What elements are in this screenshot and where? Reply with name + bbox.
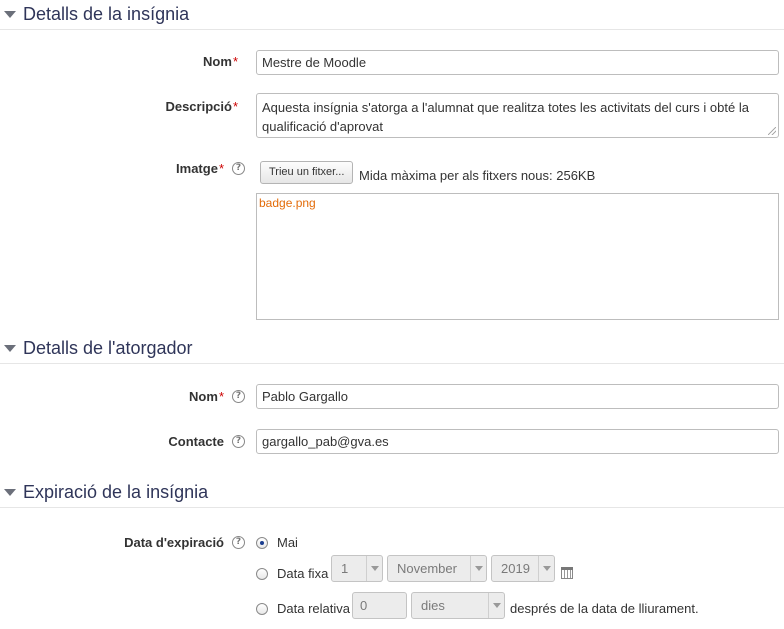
- expiry-relative-amount-input[interactable]: 0: [352, 592, 407, 619]
- section-title: Expiració de la insígnia: [23, 481, 209, 502]
- label-text: Descripció: [165, 99, 232, 114]
- select-value: 2019: [501, 561, 530, 576]
- radio-label: Data relativa: [277, 601, 350, 616]
- section-issuer-details-header[interactable]: Detalls de l'atorgador: [0, 337, 784, 359]
- expiry-fixed-radio[interactable]: Data fixa: [256, 566, 328, 581]
- badge-name-label: Nom *: [203, 54, 238, 69]
- issuer-name-label: Nom * ?: [189, 389, 245, 404]
- expiry-day-select[interactable]: 1: [331, 555, 383, 582]
- expiry-relative-unit-select[interactable]: dies: [411, 592, 505, 619]
- select-value: November: [397, 561, 457, 576]
- label-text: Contacte: [168, 434, 224, 449]
- required-icon: *: [218, 389, 224, 404]
- radio-selected-icon[interactable]: [256, 536, 268, 549]
- expiry-year-select[interactable]: 2019: [491, 555, 555, 582]
- badge-description-label: Descripció *: [165, 99, 238, 114]
- expiry-relative-radio[interactable]: Data relativa: [256, 601, 350, 616]
- help-icon[interactable]: ?: [232, 390, 245, 403]
- resize-grip-icon[interactable]: [768, 127, 776, 135]
- required-icon: *: [218, 161, 224, 176]
- expiry-never-radio[interactable]: Mai: [256, 535, 298, 550]
- radio-label: Data fixa: [277, 566, 329, 581]
- issuer-name-input[interactable]: Pablo Gargallo: [256, 384, 779, 409]
- label-text: Nom: [203, 54, 232, 69]
- help-icon[interactable]: ?: [232, 536, 245, 549]
- file-link[interactable]: badge.png: [259, 196, 316, 210]
- collapse-triangle-icon[interactable]: [4, 344, 16, 352]
- radio-icon[interactable]: [256, 602, 268, 615]
- badge-image-label: Imatge * ?: [176, 161, 245, 176]
- chevron-down-icon[interactable]: [470, 556, 486, 581]
- collapse-triangle-icon[interactable]: [4, 10, 16, 18]
- description-text: Aquesta insígnia s'atorga a l'alumnat qu…: [262, 100, 749, 134]
- label-text: Imatge: [176, 161, 218, 176]
- section-divider: [0, 363, 784, 364]
- section-badge-details-header[interactable]: Detalls de la insígnia: [0, 3, 784, 25]
- section-divider: [0, 507, 784, 508]
- expiry-month-select[interactable]: November: [387, 555, 487, 582]
- section-expiry-header[interactable]: Expiració de la insígnia: [0, 481, 784, 503]
- collapse-triangle-icon[interactable]: [4, 488, 16, 496]
- badge-name-input[interactable]: Mestre de Moodle: [256, 50, 779, 75]
- select-value: dies: [421, 598, 445, 613]
- issuer-contact-label: Contacte ?: [168, 434, 245, 449]
- section-title: Detalls de la insígnia: [23, 3, 190, 24]
- help-icon[interactable]: ?: [232, 435, 245, 448]
- help-icon[interactable]: ?: [232, 162, 245, 175]
- label-text: Data d'expiració: [124, 535, 224, 550]
- section-title: Detalls de l'atorgador: [23, 337, 193, 358]
- expiry-date-label: Data d'expiració ?: [124, 535, 245, 550]
- max-size-hint: Mida màxima per als fitxers nous: 256KB: [359, 168, 596, 183]
- chevron-down-icon[interactable]: [488, 593, 504, 618]
- select-value: 1: [341, 561, 349, 576]
- calendar-icon[interactable]: [561, 567, 573, 579]
- expiry-after-text: després de la data de lliurament.: [510, 601, 699, 616]
- required-icon: *: [232, 99, 238, 114]
- radio-icon[interactable]: [256, 567, 268, 580]
- label-text: Nom: [189, 389, 218, 404]
- issuer-contact-input[interactable]: gargallo_pab@gva.es: [256, 429, 779, 454]
- radio-label: Mai: [277, 535, 298, 550]
- file-drop-area[interactable]: badge.png: [256, 193, 779, 320]
- section-divider: [0, 29, 784, 30]
- badge-description-textarea[interactable]: Aquesta insígnia s'atorga a l'alumnat qu…: [256, 93, 779, 138]
- required-icon: *: [232, 54, 238, 69]
- chevron-down-icon[interactable]: [538, 556, 554, 581]
- chevron-down-icon[interactable]: [366, 556, 382, 581]
- choose-file-button[interactable]: Trieu un fitxer...: [260, 161, 354, 184]
